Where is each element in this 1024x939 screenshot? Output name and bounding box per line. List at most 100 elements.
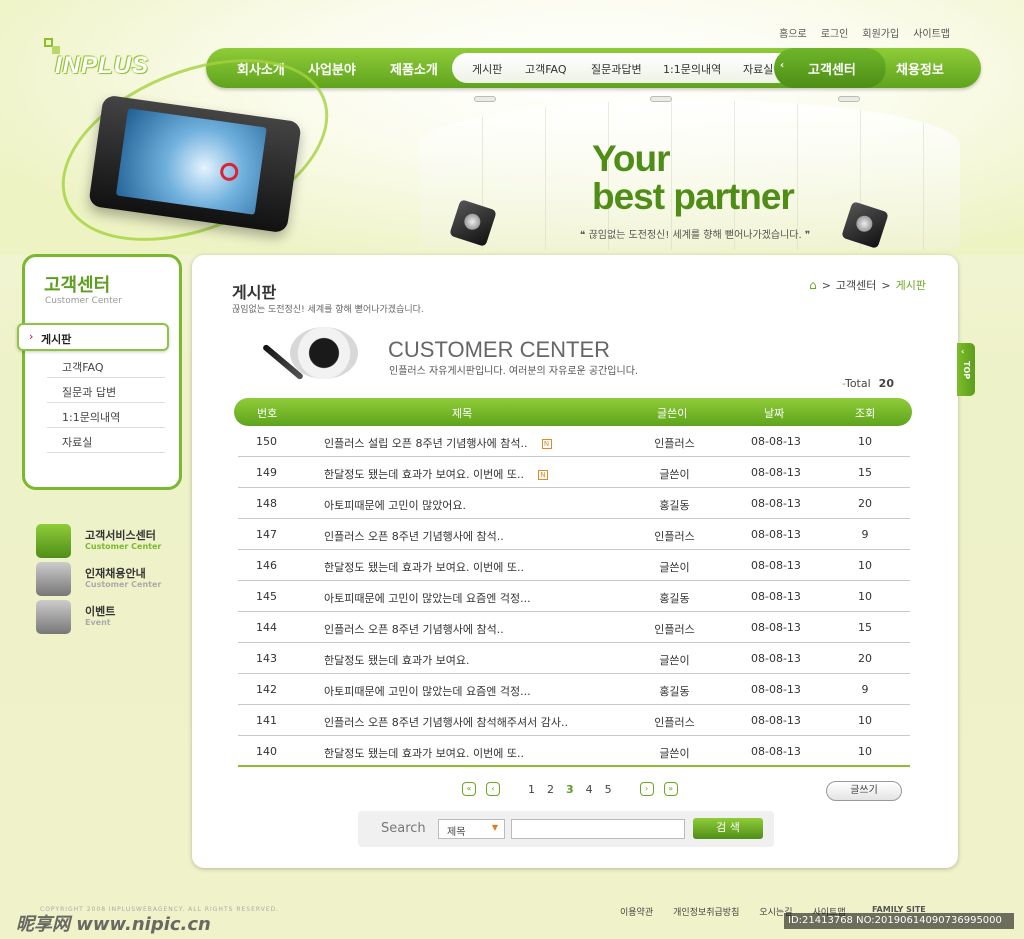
home-icon[interactable]: ⌂ <box>809 278 817 292</box>
cell-views: 10 <box>858 559 872 572</box>
subject-link[interactable]: 한달정도 됐는데 효과가 보여요. 이번에 또.. <box>324 561 524 574</box>
cell-subject[interactable]: 아토피때문에 고민이 많았는데 요즘엔 걱정... <box>324 590 531 606</box>
logo[interactable]: INPLUS <box>55 52 149 80</box>
subject-link[interactable]: 아토피때문에 고민이 많았는데 요즘엔 걱정... <box>324 685 531 698</box>
page-number[interactable]: 4 <box>586 783 593 796</box>
page-number[interactable]: 3 <box>566 783 574 796</box>
util-sitemap-link[interactable]: 사이트맵 <box>913 25 950 40</box>
lnb-item-archive[interactable]: 자료실 <box>47 428 165 453</box>
table-row[interactable]: 141 인플러스 오픈 8주년 기념행사에 참석해주셔서 감사.. 인플러스 08-0… <box>238 705 910 736</box>
cell-subject[interactable]: 한달정도 됐는데 효과가 보여요. 이번에 또.. <box>324 559 524 575</box>
breadcrumb-item[interactable]: 고객센터 <box>836 277 876 293</box>
footer-privacy[interactable]: 개인정보취급방침 <box>673 905 739 918</box>
cell-writer: 글쓴이 <box>659 654 690 667</box>
breadcrumb: ⌂ > 고객센터 > 게시판 <box>809 277 926 293</box>
table-row[interactable]: 144 인플러스 오픈 8주년 기념행사에 참석.. 인플러스 08-08-13 15 <box>238 612 910 643</box>
lnb-item-board-selected[interactable]: › 게시판 <box>17 323 169 351</box>
next-page-icon[interactable]: › <box>639 782 654 796</box>
cell-subject[interactable]: 인플러스 오픈 8주년 기념행사에 참석해주셔서 감사.. <box>324 714 568 730</box>
subnav-board[interactable]: 게시판 <box>472 61 502 77</box>
table-row[interactable]: 142 아토피때문에 고민이 많았는데 요즘엔 걱정... 홍길동 08-08-13 9 <box>238 674 910 705</box>
watermark-right: ID:21413768 NO:20190614090736995000 <box>784 913 1014 929</box>
quick-sublabel: Customer Center <box>85 580 162 589</box>
cell-subject[interactable]: 아토피때문에 고민이 많았는데 요즘엔 걱정... <box>324 683 531 699</box>
subject-link[interactable]: 한달정도 됐는데 효과가 보여요. 이번에 또.. <box>324 747 524 760</box>
cell-subject[interactable]: 인플러스 오픈 8주년 기념행사에 참석.. <box>324 621 504 637</box>
quick-link-event[interactable]: 이벤트 Event <box>36 600 186 634</box>
util-join-link[interactable]: 회원가입 <box>862 25 899 40</box>
subject-link[interactable]: 인플러스 오픈 8주년 기념행사에 참석해주셔서 감사.. <box>324 716 568 729</box>
cell-subject[interactable]: 한달정도 됐는데 효과가 보여요. 이번에 또.. N <box>324 466 549 482</box>
subject-link[interactable]: 인플러스 오픈 8주년 기념행사에 참석.. <box>324 623 504 636</box>
content-panel: 게시판 끊임없는 도전정신! 세계를 향해 뻗어나가겠습니다. ⌂ > 고객센터… <box>192 255 958 868</box>
target-icon <box>219 161 240 183</box>
gnb-products[interactable]: 제품소개 <box>390 59 438 78</box>
col-writer: 글쓴이 <box>657 407 688 420</box>
table-row[interactable]: 140 한달정도 됐는데 효과가 보여요. 이번에 또.. 글쓴이 08-08-13 1… <box>238 736 910 767</box>
table-row[interactable]: 147 인플러스 오픈 8주년 기념행사에 참석.. 인플러스 08-08-13 9 <box>238 519 910 550</box>
cell-no: 140 <box>256 745 277 758</box>
lnb-title: 고객센터 <box>44 275 111 296</box>
subnav-inquiry[interactable]: 1:1문의내역 <box>663 61 721 77</box>
subnav-faq[interactable]: 고객FAQ <box>525 61 567 77</box>
footer-terms[interactable]: 이용약관 <box>620 905 653 918</box>
search-box: Search 제목 ▼ 검 색 <box>358 811 774 847</box>
cell-views: 9 <box>861 683 869 696</box>
search-field-select[interactable]: 제목 ▼ <box>438 819 505 839</box>
gnb-recruit[interactable]: 채용정보 <box>896 59 944 78</box>
page-number[interactable]: 1 <box>528 783 535 796</box>
lnb-item-qna[interactable]: 질문과 답변 <box>47 378 165 403</box>
table-body: 150 인플러스 설립 오픈 8주년 기념행사에 참석.. N 인플러스 08-08-1… <box>238 426 910 767</box>
subnav-qna[interactable]: 질문과답변 <box>591 61 642 77</box>
page-number[interactable]: 5 <box>605 783 612 796</box>
quick-link-recruit[interactable]: 인재채용안내 Customer Center <box>36 562 186 596</box>
cell-subject[interactable]: 아토피때문에 고민이 많았어요. <box>324 497 466 513</box>
cell-subject[interactable]: 한달정도 됐는데 효과가 보여요. 이번에 또.. <box>324 745 524 761</box>
table-row[interactable]: 150 인플러스 설립 오픈 8주년 기념행사에 참석.. N 인플러스 08-08-1… <box>238 426 910 457</box>
cell-date: 08-08-13 <box>751 528 801 541</box>
breadcrumb-separator: > <box>821 278 831 292</box>
cell-no: 150 <box>256 435 277 448</box>
util-login-link[interactable]: 로그인 <box>821 25 849 40</box>
search-button[interactable]: 검 색 <box>693 818 763 839</box>
first-page-icon[interactable]: « <box>462 782 476 796</box>
cell-date: 08-08-13 <box>751 559 801 572</box>
table-header: 번호 제목 글쓴이 날짜 조회 <box>234 398 912 426</box>
table-row[interactable]: 143 한달정도 됐는데 효과가 보여요. 글쓴이 08-08-13 20 <box>238 643 910 674</box>
lnb-item-inquiry[interactable]: 1:1문의내역 <box>47 403 165 428</box>
search-input[interactable] <box>511 819 685 839</box>
util-home-link[interactable]: 홈으로 <box>779 25 807 40</box>
table-row[interactable]: 149 한달정도 됐는데 효과가 보여요. 이번에 또.. N 글쓴이 08-08-13… <box>238 457 910 488</box>
last-page-icon[interactable]: » <box>663 782 678 796</box>
cell-writer: 홍길동 <box>659 685 690 698</box>
table-row[interactable]: 145 아토피때문에 고민이 많았는데 요즘엔 걱정... 홍길동 08-08-13 1… <box>238 581 910 612</box>
quick-link-service-center[interactable]: 고객서비스센터 Customer Center <box>36 524 186 558</box>
table-row[interactable]: 146 한달정도 됐는데 효과가 보여요. 이번에 또.. 글쓴이 08-08-13 1… <box>238 550 910 581</box>
subject-link[interactable]: 인플러스 설립 오픈 8주년 기념행사에 참석.. <box>324 437 528 450</box>
write-button[interactable]: 글쓰기 <box>826 781 902 801</box>
cell-subject[interactable]: 인플러스 오픈 8주년 기념행사에 참석.. <box>324 528 504 544</box>
gnb-business[interactable]: 사업분야 <box>308 59 356 78</box>
subject-link[interactable]: 한달정도 됐는데 효과가 보여요. 이번에 또.. <box>324 468 524 481</box>
footer: COPYRIGHT 2008 INPLUSWEBAGENCY. ALL RIGH… <box>0 886 1024 939</box>
ceiling-lamp-icon <box>474 96 496 102</box>
table-row[interactable]: 148 아토피때문에 고민이 많았어요. 홍길동 08-08-13 20 <box>238 488 910 519</box>
cell-subject[interactable]: 한달정도 됐는데 효과가 보여요. <box>324 652 470 668</box>
cell-date: 08-08-13 <box>751 745 801 758</box>
subject-link[interactable]: 아토피때문에 고민이 많았는데 요즘엔 걱정... <box>324 592 531 605</box>
page-number[interactable]: 2 <box>547 783 554 796</box>
cell-subject[interactable]: 인플러스 설립 오픈 8주년 기념행사에 참석.. N <box>324 435 552 451</box>
top-button[interactable]: ‹ TOP <box>957 343 975 396</box>
total-count: -Total 20 <box>842 377 894 390</box>
new-badge-icon: N <box>538 470 549 480</box>
subject-link[interactable]: 인플러스 오픈 8주년 기념행사에 참석.. <box>324 530 504 543</box>
prev-page-icon[interactable]: ‹ <box>486 782 500 796</box>
gnb-customer-active[interactable]: ‹ 고객센터 <box>774 48 886 88</box>
subnav-archive[interactable]: 자료실 <box>743 61 773 77</box>
subject-link[interactable]: 아토피때문에 고민이 많았어요. <box>324 499 466 512</box>
cell-no: 141 <box>256 714 277 727</box>
cell-views: 9 <box>861 528 869 541</box>
lnb-item-faq[interactable]: 고객FAQ <box>47 353 165 378</box>
pagination: « ‹ 12345 › » <box>462 782 678 796</box>
subject-link[interactable]: 한달정도 됐는데 효과가 보여요. <box>324 654 470 667</box>
